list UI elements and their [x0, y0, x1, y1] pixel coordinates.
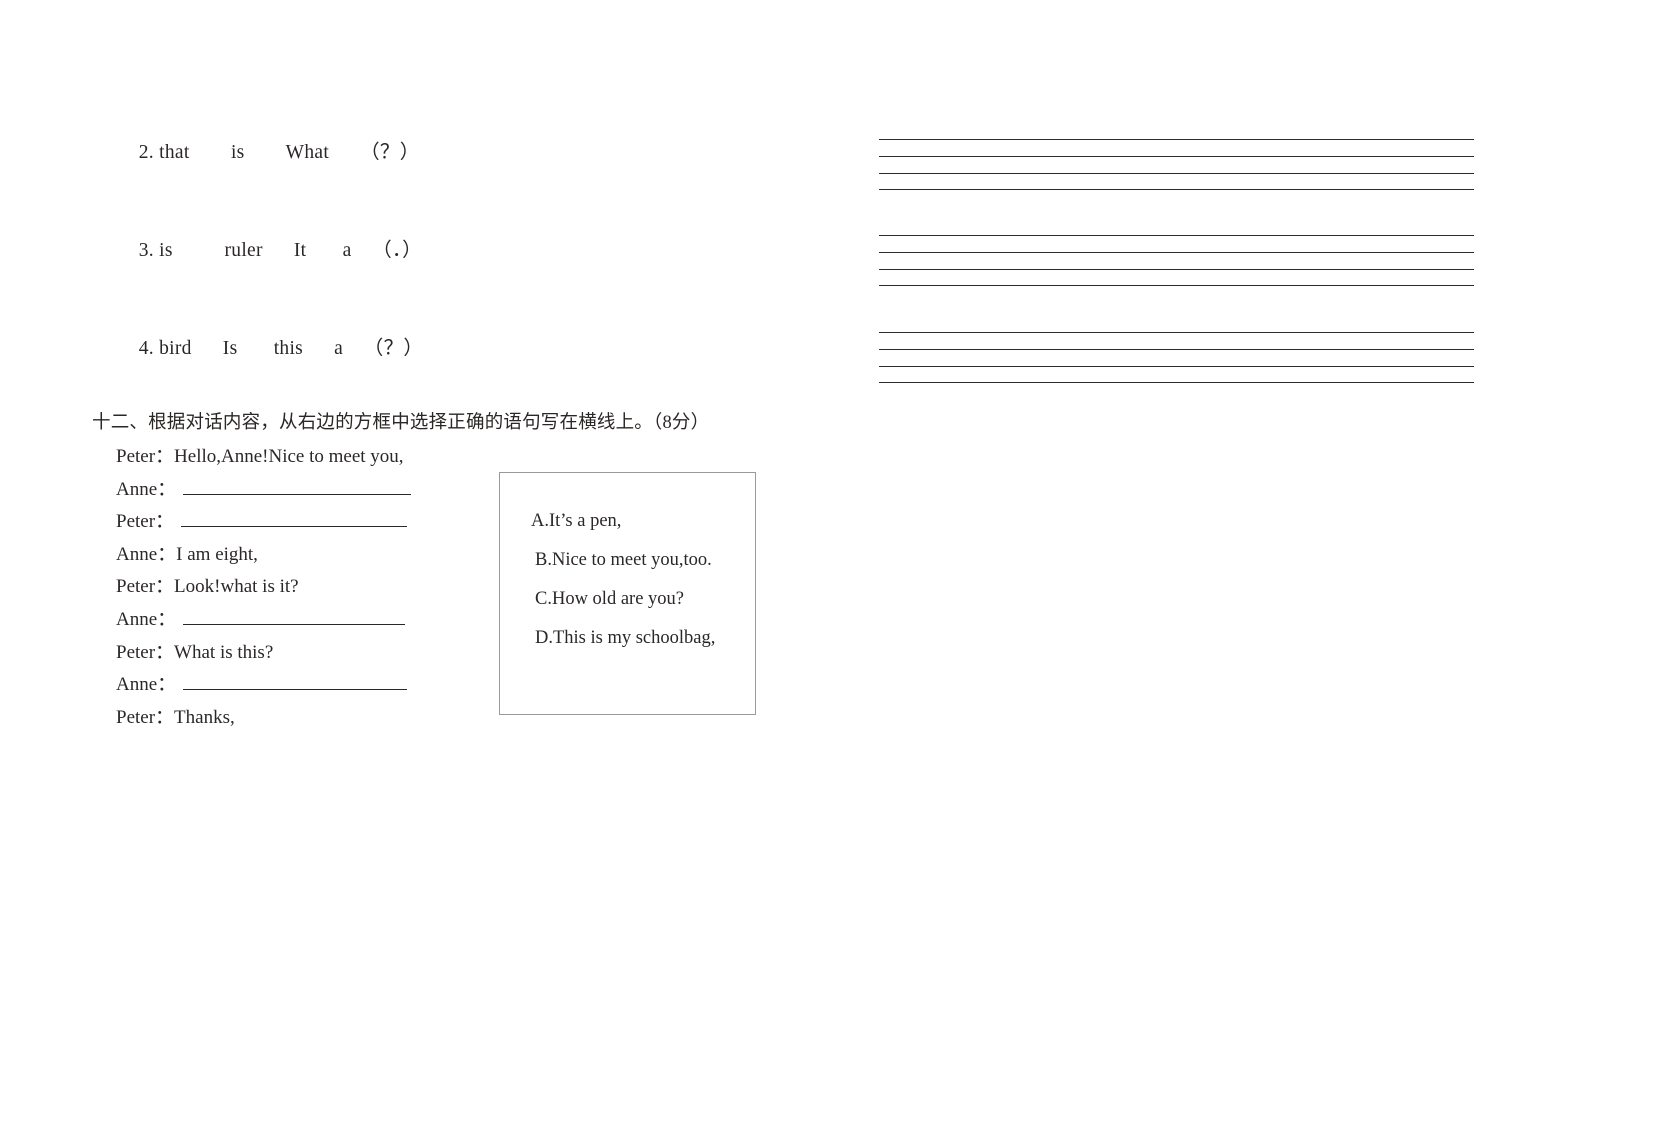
writing-line[interactable] [879, 332, 1474, 333]
dialogue-line: Anne： I am eight, [116, 539, 496, 572]
scramble-words: is ruler It a （．） [159, 240, 422, 261]
dialogue-text: I am eight, [176, 543, 258, 565]
answer-option-a[interactable]: A.It’s a pen, [531, 502, 741, 541]
writing-line[interactable] [879, 189, 1474, 191]
writing-line-group-3 [879, 332, 1474, 384]
writing-line[interactable] [879, 235, 1474, 236]
dialogue-line: Peter： What is this? [116, 637, 496, 670]
writing-line-group-2 [879, 235, 1474, 287]
writing-line[interactable] [879, 365, 1474, 367]
dialogue-line: Peter： Thanks, [116, 702, 496, 735]
answer-option-b[interactable]: B.Nice to meet you,too. [531, 541, 741, 580]
dialogue-text: Hello,Anne!Nice to meet you, [174, 446, 404, 467]
answer-option-list: A.It’s a pen, B.Nice to meet you,too. C.… [531, 502, 741, 658]
dialogue-speaker: Peter： [116, 706, 175, 728]
writing-line-group-1 [879, 139, 1474, 191]
dialogue-speaker: Peter： [116, 511, 175, 533]
dialogue-line: Anne： [116, 474, 496, 507]
dialogue-speaker: Anne： [116, 543, 177, 565]
scramble-item: 4. bird Is this a （？） [118, 309, 423, 382]
writing-line[interactable] [879, 139, 1474, 140]
dialogue-line: Peter： [116, 506, 496, 539]
scramble-number: 2. [138, 142, 154, 163]
scramble-item: 2. that is What （？） [118, 113, 420, 186]
answer-option-d[interactable]: D.This is my schoolbag, [531, 619, 741, 658]
dialogue-speaker: Peter： [116, 641, 175, 663]
answer-blank-1[interactable] [183, 480, 412, 495]
dialogue-line: Anne： [116, 604, 496, 637]
writing-line[interactable] [879, 155, 1474, 157]
answer-blank-2[interactable] [181, 512, 408, 528]
writing-line[interactable] [879, 348, 1474, 350]
scramble-item: 3. is ruler It a （．） [118, 211, 422, 284]
dialogue-speaker: Anne： [116, 478, 177, 500]
writing-line[interactable] [879, 382, 1474, 384]
answer-blank-3[interactable] [183, 610, 406, 625]
writing-line[interactable] [879, 268, 1474, 270]
answer-option-box: A.It’s a pen, B.Nice to meet you,too. C.… [499, 472, 756, 715]
writing-line[interactable] [879, 285, 1474, 287]
dialogue-text: Thanks, [174, 706, 235, 728]
writing-line[interactable] [879, 172, 1474, 174]
scramble-number: 3. [138, 240, 154, 261]
dialogue-speaker: Peter： [116, 446, 175, 467]
answer-option-c[interactable]: C.How old are you? [531, 580, 741, 619]
dialogue-text: Look!what is it? [174, 576, 299, 598]
dialogue-speaker: Peter： [116, 576, 175, 598]
scramble-number: 4. [138, 338, 154, 359]
writing-line[interactable] [879, 251, 1474, 253]
dialogue-line: Peter： Look!what is it? [116, 571, 496, 604]
dialogue-block: Peter： Hello,Anne!Nice to meet you, Anne… [116, 441, 496, 734]
dialogue-text: What is this? [174, 641, 274, 663]
dialogue-speaker: Anne： [116, 608, 177, 630]
dialogue-speaker: Anne： [116, 674, 177, 696]
scramble-words: that is What （？） [159, 142, 420, 163]
dialogue-line: Anne： [116, 669, 496, 702]
section-heading: 十二、根据对话内容，从右边的方框中选择正确的语句写在横线上。（8分） [92, 413, 710, 433]
scramble-words: bird Is this a （？） [159, 338, 424, 359]
answer-blank-4[interactable] [183, 675, 408, 691]
dialogue-line: Peter： Hello,Anne!Nice to meet you, [116, 441, 496, 474]
